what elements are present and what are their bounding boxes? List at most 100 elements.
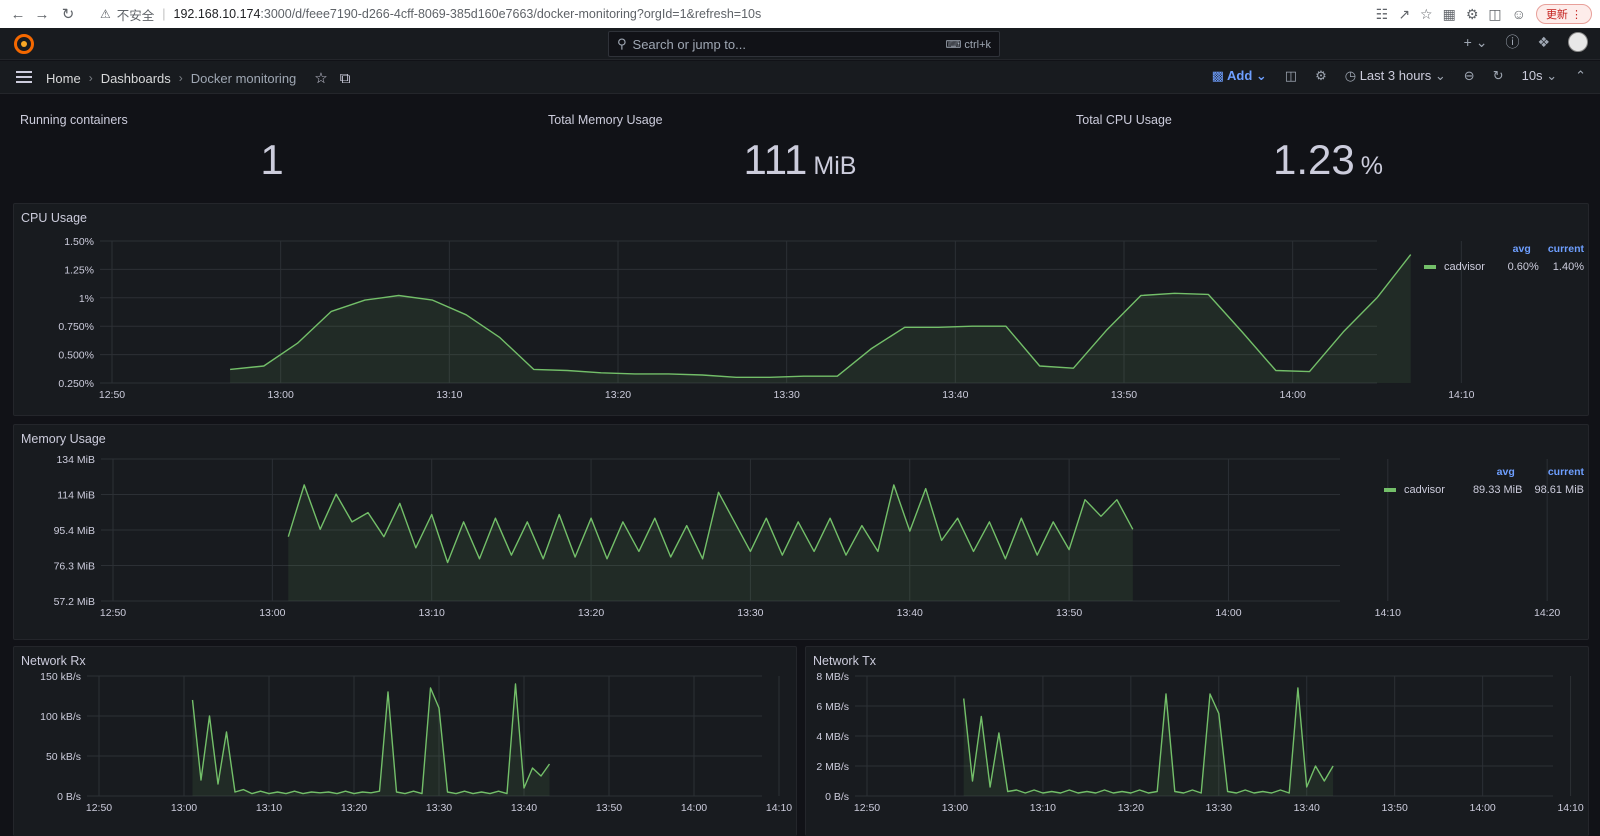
series-area-fill xyxy=(230,254,1411,383)
warning-icon: ⚠ xyxy=(100,7,111,21)
chevron-down-icon: ⌄ xyxy=(1434,68,1446,83)
x-tick-label: 13:20 xyxy=(578,607,604,619)
help-icon[interactable]: ⓘ xyxy=(1505,32,1519,52)
y-tick-label: 57.2 MiB xyxy=(54,596,95,608)
puzzle-icon[interactable]: ⚙ xyxy=(1466,6,1479,23)
legend-avg-header[interactable]: avg xyxy=(1497,466,1515,478)
url-separator: | xyxy=(162,7,166,21)
settings-gear-icon[interactable]: ⚙ xyxy=(1315,68,1327,84)
sidepanel-icon[interactable]: ◫ xyxy=(1488,6,1501,23)
url-path: :3000/d/feee7190-d266-4cff-8069-385d160e… xyxy=(260,7,762,21)
grafana-topbar: ⚲ Search or jump to... ⌨ ctrl+k + ⌄ ⓘ ❖ xyxy=(0,28,1600,60)
x-tick-label: 13:10 xyxy=(419,607,445,619)
dashboard-navbar: Home › Dashboards › Docker monitoring ☆ … xyxy=(0,61,1600,94)
extension-icon[interactable]: ▦ xyxy=(1443,6,1456,23)
y-tick-label: 2 MB/s xyxy=(816,761,849,773)
legend-header: avg current xyxy=(1384,466,1584,478)
memory-usage-chart: 134 MiB 114 MiB 95.4 MiB 76.3 MiB 57.2 MiB 12… xyxy=(54,454,1561,619)
y-tick-label: 114 MiB xyxy=(57,490,95,502)
star-icon[interactable]: ☆ xyxy=(314,69,327,87)
stat-title-cpu: Total CPU Usage xyxy=(1076,113,1172,127)
legend-current-header[interactable]: current xyxy=(1548,243,1584,255)
y-tick-label: 0 B/s xyxy=(57,791,81,803)
breadcrumb-chevron-icon: › xyxy=(178,71,183,85)
add-button[interactable]: ▩ Add ⌄ xyxy=(1212,68,1267,84)
time-picker[interactable]: ◷ Last 3 hours ⌄ xyxy=(1345,68,1446,84)
series-area-fill xyxy=(192,684,550,796)
cpu-legend: avg current cadvisor 0.60% 1.40% xyxy=(1424,243,1584,273)
back-arrow-icon[interactable]: ← xyxy=(8,6,28,23)
x-tick-label: 13:20 xyxy=(1118,802,1144,814)
stat-title-running: Running containers xyxy=(20,113,128,127)
memory-legend: avg current cadvisor 89.33 MiB 98.61 MiB xyxy=(1384,466,1584,496)
x-tick-label: 14:20 xyxy=(1534,607,1560,619)
x-tick-label: 13:40 xyxy=(511,802,537,814)
refresh-interval-picker[interactable]: 10s ⌄ xyxy=(1522,68,1558,84)
share-icon[interactable]: ↗ xyxy=(1398,6,1410,23)
refresh-icon[interactable]: ↻ xyxy=(1493,68,1504,84)
series-line-cadvisor xyxy=(191,683,551,795)
x-tick-label: 13:00 xyxy=(942,802,968,814)
y-tick-label: 0.250% xyxy=(58,378,94,390)
x-tick-label: 13:10 xyxy=(436,389,462,401)
x-tick-label: 14:00 xyxy=(1470,802,1496,814)
forward-arrow-icon[interactable]: → xyxy=(32,6,52,23)
y-tick-label: 1.50% xyxy=(64,236,94,248)
x-tick-label: 13:40 xyxy=(942,389,968,401)
share-icon[interactable]: ⧉ xyxy=(340,70,351,87)
x-tick-label: 13:50 xyxy=(1382,802,1408,814)
breadcrumb-home[interactable]: Home xyxy=(46,71,81,86)
y-tick-label: 50 kB/s xyxy=(46,751,81,763)
x-tick-label: 13:00 xyxy=(259,607,285,619)
y-tick-label: 4 MB/s xyxy=(816,731,849,743)
x-tick-label: 13:50 xyxy=(596,802,622,814)
legend-row[interactable]: cadvisor 89.33 MiB 98.61 MiB xyxy=(1384,484,1584,496)
stat-number: 1.23 xyxy=(1273,136,1355,183)
x-tick-label: 13:30 xyxy=(774,389,800,401)
x-tick-label: 13:00 xyxy=(171,802,197,814)
address-bar[interactable]: 192.168.10.174:3000/d/feee7190-d266-4cff… xyxy=(174,7,762,21)
x-tick-label: 14:00 xyxy=(1215,607,1241,619)
stat-number: 1 xyxy=(260,136,284,183)
legend-avg-value: 89.33 MiB xyxy=(1472,484,1523,496)
x-tick-label: 13:20 xyxy=(605,389,631,401)
memory-usage-panel: Memory Usage 134 MiB 114 MiB 95.4 MiB 76.3 … xyxy=(13,424,1589,640)
breadcrumb-dashboards[interactable]: Dashboards xyxy=(101,71,171,86)
legend-avg-header[interactable]: avg xyxy=(1513,243,1531,255)
bookmark-star-icon[interactable]: ☆ xyxy=(1420,6,1433,23)
reload-icon[interactable]: ↻ xyxy=(58,5,78,23)
legend-header: avg current xyxy=(1424,243,1584,255)
series-color-swatch xyxy=(1384,488,1396,492)
menu-icon[interactable] xyxy=(16,71,32,83)
translate-icon[interactable]: ☷ xyxy=(1376,6,1389,23)
zoom-out-icon[interactable]: ⊖ xyxy=(1464,68,1475,84)
y-tick-label: 134 MiB xyxy=(56,454,95,466)
profile-icon[interactable]: ☺ xyxy=(1512,6,1526,22)
legend-series-name: cadvisor xyxy=(1404,484,1445,496)
legend-row[interactable]: cadvisor 0.60% 1.40% xyxy=(1424,261,1584,273)
user-avatar[interactable] xyxy=(1568,32,1588,52)
x-tick-label: 12:50 xyxy=(86,802,112,814)
save-icon[interactable]: ◫ xyxy=(1285,68,1297,84)
search-bar[interactable]: ⚲ Search or jump to... ⌨ ctrl+k xyxy=(608,31,1000,57)
breadcrumb-chevron-icon: › xyxy=(88,71,93,85)
x-tick-label: 14:10 xyxy=(1557,802,1583,814)
grafana-logo-icon[interactable] xyxy=(14,34,34,54)
news-rss-icon[interactable]: ❖ xyxy=(1537,34,1550,51)
series-area-fill xyxy=(963,688,1334,796)
stat-value-memory: 111 MiB xyxy=(650,136,950,184)
series-line-cadvisor xyxy=(963,687,1334,794)
new-plus-icon[interactable]: + ⌄ xyxy=(1464,34,1488,51)
legend-current-header[interactable]: current xyxy=(1548,466,1584,478)
y-tick-label: 150 kB/s xyxy=(40,671,81,683)
y-tick-label: 100 kB/s xyxy=(40,711,81,723)
update-button[interactable]: 更新 ⋮ xyxy=(1535,4,1592,24)
network-rx-panel: Network Rx 150 kB/s 100 kB/s 50 kB/s 0 B/s 1… xyxy=(13,646,797,836)
stat-value-running: 1 xyxy=(122,136,422,184)
network-tx-chart: 8 MB/s 6 MB/s 4 MB/s 2 MB/s 0 B/s 12:50 13:00 1… xyxy=(816,671,1584,814)
y-tick-label: 95.4 MiB xyxy=(54,525,95,537)
collapse-chevron-up-icon[interactable]: ⌃ xyxy=(1575,68,1586,84)
clock-icon: ◷ xyxy=(1344,68,1357,83)
search-icon: ⚲ xyxy=(617,36,627,51)
browser-actions: ☷ ↗ ☆ ▦ ⚙ ◫ ☺ 更新 ⋮ xyxy=(1376,4,1592,24)
